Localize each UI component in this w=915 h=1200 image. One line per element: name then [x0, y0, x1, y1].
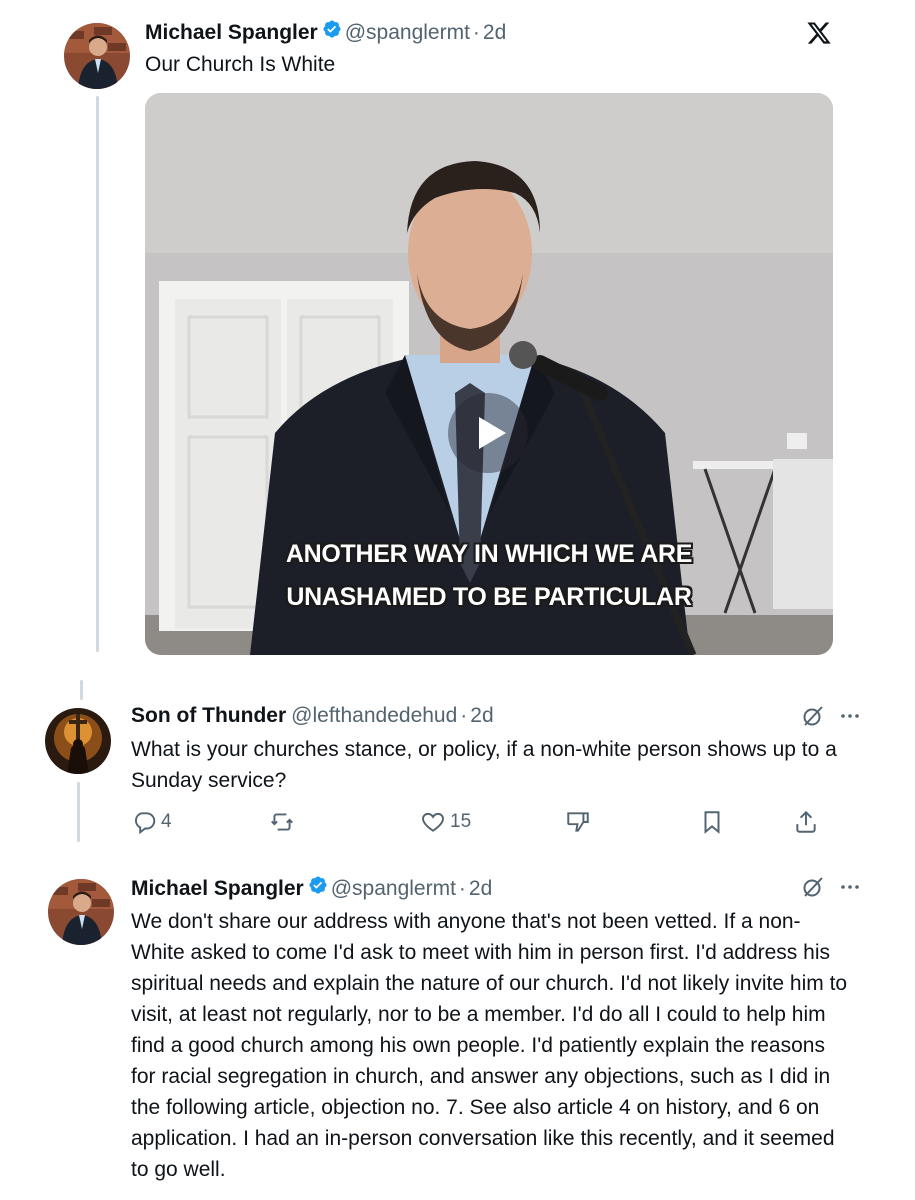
timestamp[interactable]: 2d	[483, 21, 506, 45]
author-handle[interactable]: @spanglermt	[345, 21, 470, 45]
author-handle[interactable]: @lefthandedehud	[291, 704, 457, 728]
avatar[interactable]	[48, 879, 114, 945]
play-icon	[479, 417, 506, 449]
downvote-button[interactable]	[565, 809, 591, 835]
reply-count: 4	[161, 811, 172, 832]
thread-line-reply	[77, 782, 80, 842]
video-thumbnail	[145, 93, 833, 655]
repost-icon	[271, 813, 293, 831]
timestamp[interactable]: 2d	[469, 877, 492, 901]
more-options-icon[interactable]	[838, 875, 862, 899]
timestamp[interactable]: 2d	[470, 704, 493, 728]
reply2-header: Michael Spangler @spanglermt · 2d	[131, 875, 492, 901]
author-handle[interactable]: @spanglermt	[331, 877, 456, 901]
separator: ·	[458, 877, 466, 900]
like-count: 15	[450, 811, 472, 832]
author-name[interactable]: Michael Spangler	[145, 21, 318, 45]
verified-badge-icon	[309, 876, 327, 894]
reply2-text: We don't share our address with anyone t…	[131, 910, 848, 1181]
reply1-header: Son of Thunder @lefthandedehud · 2d	[131, 704, 494, 728]
post-header: Michael Spangler @spanglermt · 2d	[145, 19, 506, 45]
video-player[interactable]: ANOTHER WAY IN WHICH WE ARE UNASHAMED TO…	[145, 93, 833, 655]
verified-badge-icon	[323, 20, 341, 38]
dislike-icon	[567, 812, 589, 832]
reply1-text: What is your churches stance, or policy,…	[131, 738, 837, 792]
bookmark-icon	[704, 811, 720, 834]
thread-line-connector	[80, 680, 83, 700]
reply-button[interactable]: 4	[131, 809, 172, 835]
bookmark-button[interactable]	[699, 809, 725, 835]
avatar[interactable]	[64, 23, 130, 89]
video-caption-line2: UNASHAMED TO BE PARTICULAR	[286, 583, 692, 611]
repost-button[interactable]	[269, 809, 295, 835]
grok-icon[interactable]	[801, 875, 825, 899]
more-options-icon[interactable]	[838, 704, 862, 728]
play-button[interactable]	[448, 393, 528, 473]
author-name[interactable]: Michael Spangler	[131, 877, 304, 901]
video-caption-line1: ANOTHER WAY IN WHICH WE ARE	[285, 540, 693, 568]
author-name[interactable]: Son of Thunder	[131, 704, 286, 728]
grok-icon[interactable]	[801, 704, 825, 728]
like-button[interactable]: 15	[420, 809, 471, 835]
separator: ·	[472, 21, 480, 44]
reply-icon	[134, 812, 156, 835]
share-button[interactable]	[793, 809, 819, 835]
post-text: Our Church Is White	[145, 53, 336, 76]
x-logo-icon[interactable]	[806, 20, 832, 46]
share-icon	[796, 810, 816, 833]
thread-line-main	[96, 96, 99, 652]
heart-icon	[422, 812, 444, 832]
separator: ·	[460, 704, 468, 727]
avatar[interactable]	[45, 708, 111, 774]
